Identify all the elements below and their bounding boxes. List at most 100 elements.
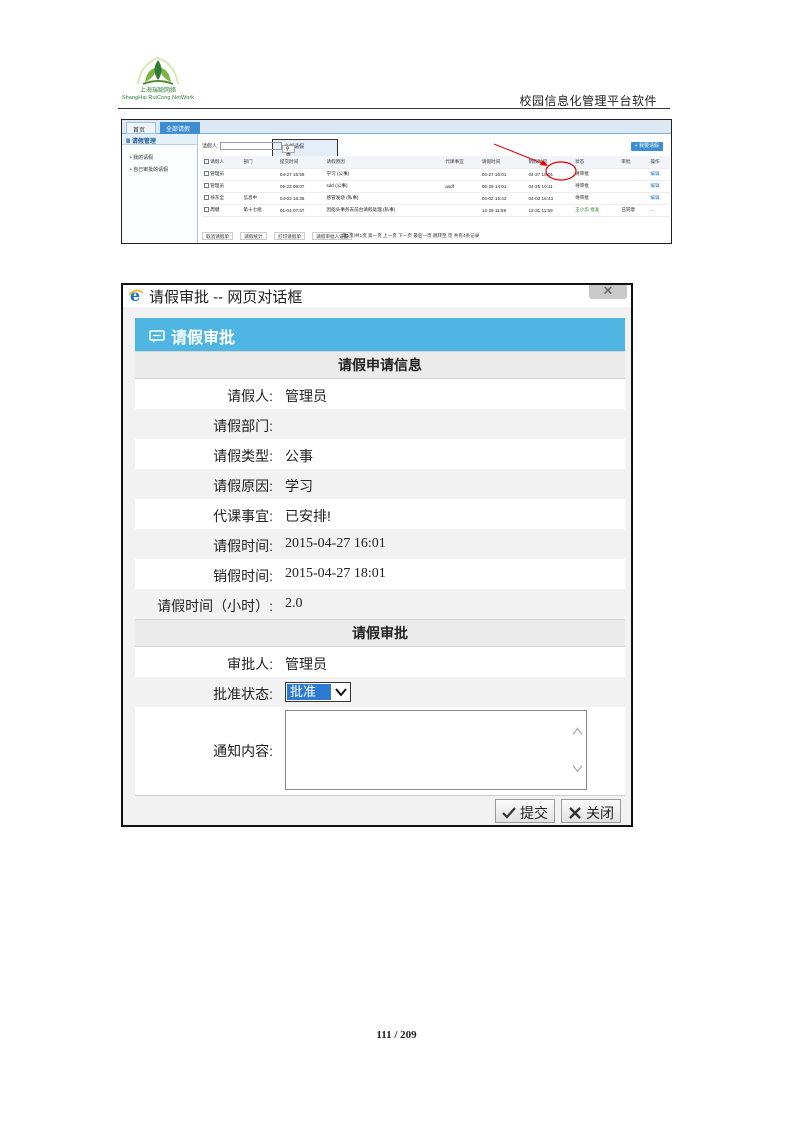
column-header: 状态 (573, 156, 620, 169)
table-cell (443, 192, 480, 205)
dialog-body: 请假审批 请假申请信息 请假人: 管理员 请假部门: 请假类型: 公事 请假原因… (135, 318, 625, 825)
table-row[interactable]: 管理员 05-23 09:07 sdd (公事) asdf 05-29 14:0… (202, 180, 670, 193)
table-cell: 徐东全 (202, 192, 242, 205)
field-row-type: 请假类型: 公事 (135, 439, 625, 469)
table-cell: 感冒发烧 (私事) (324, 192, 444, 205)
search-button[interactable]: ⚲ 查询 (281, 145, 295, 166)
table-cell: 第十七组 (241, 204, 278, 217)
table-toolbar: 取消请假单 请假统计 打印请假单 请假审批人设置 (202, 232, 358, 240)
pagination[interactable]: 第1页/共1页 第一页 上一页 下一页 最后一页 跳转至 页 共有4条记录 (342, 233, 479, 239)
tab-bar: 首页 全部请假× (122, 120, 671, 139)
field-row-status: 批准状态: 批准 (135, 677, 625, 707)
chat-bubble-icon (149, 330, 165, 343)
table-cell: 待审批 (573, 180, 620, 193)
status-label: 批准状态: (213, 686, 273, 702)
row-checkbox[interactable] (204, 171, 209, 177)
field-row-department: 请假部门: (135, 409, 625, 439)
sidebar-title-label: 请假管理 (131, 139, 156, 145)
edit-link[interactable]: 编辑 (648, 180, 670, 193)
new-leave-button[interactable]: + 我要请假 (630, 142, 663, 151)
column-header: 操作 (648, 156, 670, 169)
department-label: 请假部门: (213, 418, 273, 434)
print-leave-button[interactable]: 打印请假单 (273, 232, 305, 240)
table-row[interactable]: 徐东全 信息中 04-03 16:36 感冒发烧 (私事) 04-02 16:4… (202, 192, 670, 205)
dialog-titlebar: e 请假审批 -- 网页对话框 ✕ (123, 285, 631, 307)
sidebar: Ⅲ 请假管理 • 全部请假 • 我的请假 • 自己审批的请假 (122, 134, 338, 243)
notice-textarea[interactable] (285, 710, 587, 790)
table-cell: asdf (443, 180, 480, 193)
substitute-label: 代课事宜: (213, 508, 273, 524)
hours-value: 2.0 (285, 596, 303, 611)
value-cell (283, 409, 625, 439)
table-cell: 04-25 10:11 (526, 180, 574, 193)
table-cell (619, 180, 649, 193)
edit-link[interactable]: 编辑 (648, 168, 670, 181)
row-checkbox[interactable] (204, 183, 209, 189)
row-checkbox[interactable] (204, 207, 209, 213)
close-icon (569, 807, 581, 819)
applicant-label: 请假人: (227, 388, 273, 404)
logo-chinese-text: 上海瑞聪网络 (139, 88, 176, 94)
panel-title: 请假审批 (171, 330, 236, 347)
tab-all-leave[interactable]: 全部请假× (160, 122, 200, 139)
return-time-label: 销假时间: (213, 568, 273, 584)
cancel-leave-button[interactable]: 取消请假单 (202, 232, 233, 240)
column-header: 请假原因 (324, 156, 444, 169)
dialog-window-title: 请假审批 -- 网页对话框 (149, 289, 303, 306)
column-header: 提交时间 (277, 156, 325, 169)
table-cell: 04-03 16:36 (277, 192, 325, 205)
cell-text: 管理员 (210, 171, 225, 176)
cell-text: 徐东全 (210, 195, 225, 200)
field-row-reason: 请假原因: 学习 (135, 469, 625, 499)
search-input[interactable] (219, 142, 282, 150)
value-cell (283, 379, 625, 409)
list-main: 请假人: ⚲ 查询 + 我要请假 请假人 部门 提交时间 请假原因 代课事宜 请… (200, 134, 670, 243)
submit-button[interactable]: 提交 (495, 799, 555, 823)
tab-all-leave-label: 全部请假 (166, 127, 191, 133)
company-logo: 上海瑞聪网络 ShangHai RuiCong NetWork (116, 54, 200, 108)
table-cell (241, 168, 278, 181)
table-cell: 待审批 (573, 168, 620, 181)
type-value: 公事 (285, 448, 313, 464)
table-cell: 因船头事务去前台请假处理 (私事) (324, 204, 444, 217)
sidebar-item-my-approvals[interactable]: • 自己审批的请假 (122, 163, 197, 175)
table-row[interactable]: 管理员 04-27 15:58 学习 (公事) 04-27 16:01 04-2… (202, 168, 670, 181)
table-cell: 05-29 14:01 (479, 180, 527, 193)
table-row[interactable]: 周健 第十七组 01-04 07:57 因船头事务去前台请假处理 (私事) 12… (202, 204, 670, 217)
table-cell (619, 192, 649, 205)
leave-table: 请假人 部门 提交时间 请假原因 代课事宜 请假时间 销假时间 状态 审批 操作… (202, 156, 670, 217)
row-checkbox[interactable] (204, 195, 209, 201)
tab-home[interactable]: 首页 (126, 122, 156, 134)
value-cell (283, 439, 625, 469)
select-all-checkbox[interactable] (204, 159, 209, 165)
table-cell (241, 180, 278, 193)
column-header: 部门 (241, 156, 278, 169)
approval-status-select[interactable]: 批准 (285, 682, 351, 702)
svg-text:e: e (130, 287, 140, 303)
close-icon: ✕ (602, 283, 614, 298)
window-close-button[interactable]: ✕ (589, 283, 627, 299)
field-row-hours: 请假时间（小时）: 2.0 (135, 589, 625, 619)
table-cell: 王小华 批准 (573, 204, 620, 217)
edit-link[interactable]: 编辑 (648, 192, 670, 205)
field-row-substitute: 代课事宜: 已安排! (135, 499, 625, 529)
document-title: 校园信息化管理平台软件 (519, 94, 657, 108)
column-header: 审批 (619, 156, 649, 169)
submit-button-label: 提交 (520, 805, 548, 821)
page-number: 111 / 209 (376, 1029, 417, 1041)
leave-stats-button[interactable]: 请假统计 (240, 232, 267, 240)
scroll-down-icon[interactable] (572, 765, 583, 773)
leave-list-screenshot: 首页 全部请假× Ⅲ 请假管理 • 全部请假 • 我的请假 • 自己审批的请假 … (121, 119, 672, 244)
table-header: 请假人 (202, 156, 242, 169)
return-time-value: 2015-04-27 18:01 (285, 566, 386, 581)
table-cell: 01-04 07:57 (277, 204, 325, 217)
table-cell: 05-23 09:07 (277, 180, 325, 193)
scroll-up-icon[interactable] (572, 727, 583, 735)
search-icon: ⚲ (285, 146, 290, 152)
table-cell: 待审批 (573, 192, 620, 205)
textarea-scrollbar[interactable] (569, 711, 586, 789)
leave-time-value: 2015-04-27 16:01 (285, 536, 386, 551)
table-cell: 04-27 18:01 (526, 168, 574, 181)
close-button[interactable]: 关闭 (561, 799, 621, 823)
sidebar-item-my-leave[interactable]: • 我的请假 (122, 151, 197, 163)
